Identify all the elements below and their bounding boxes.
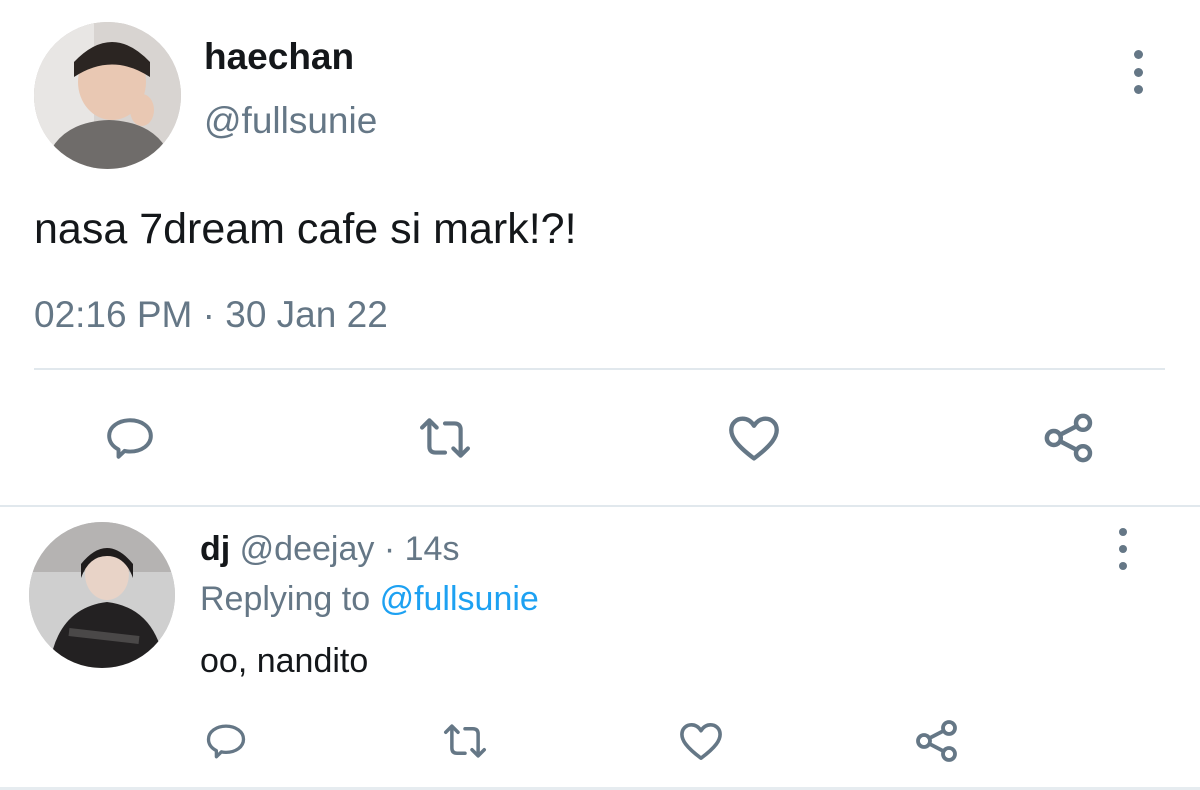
tweet-text: nasa 7dream cafe si mark!?! bbox=[34, 205, 577, 253]
reply-header: dj @deejay · 14s bbox=[200, 530, 459, 569]
separator: · bbox=[383, 530, 396, 568]
user-handle[interactable]: @deejay bbox=[240, 530, 375, 568]
reply-icon[interactable] bbox=[200, 718, 252, 764]
share-icon[interactable] bbox=[910, 716, 964, 766]
replying-label: Replying to bbox=[200, 580, 371, 618]
reply-icon[interactable] bbox=[100, 410, 160, 466]
retweet-icon[interactable] bbox=[435, 718, 495, 764]
display-name[interactable]: dj bbox=[200, 530, 230, 568]
time-ago: 14s bbox=[404, 530, 460, 568]
user-handle[interactable]: @fullsunie bbox=[204, 100, 377, 142]
divider bbox=[0, 505, 1200, 507]
replying-to: Replying to @fullsunie bbox=[200, 580, 539, 619]
avatar-image bbox=[34, 22, 181, 169]
like-icon[interactable] bbox=[674, 718, 728, 764]
divider bbox=[34, 368, 1165, 370]
replying-handle-link[interactable]: @fullsunie bbox=[380, 580, 539, 618]
retweet-icon[interactable] bbox=[410, 410, 480, 466]
reply-text: oo, nandito bbox=[200, 642, 369, 680]
more-options-icon[interactable] bbox=[1128, 50, 1148, 94]
share-icon[interactable] bbox=[1037, 408, 1101, 468]
avatar-image bbox=[29, 522, 175, 668]
tweet-timestamp: 02:16 PM · 30 Jan 22 bbox=[34, 294, 388, 335]
avatar[interactable] bbox=[34, 22, 181, 169]
display-name[interactable]: haechan bbox=[204, 36, 354, 78]
like-icon[interactable] bbox=[722, 410, 786, 466]
avatar[interactable] bbox=[29, 522, 175, 668]
more-options-icon[interactable] bbox=[1113, 528, 1133, 570]
